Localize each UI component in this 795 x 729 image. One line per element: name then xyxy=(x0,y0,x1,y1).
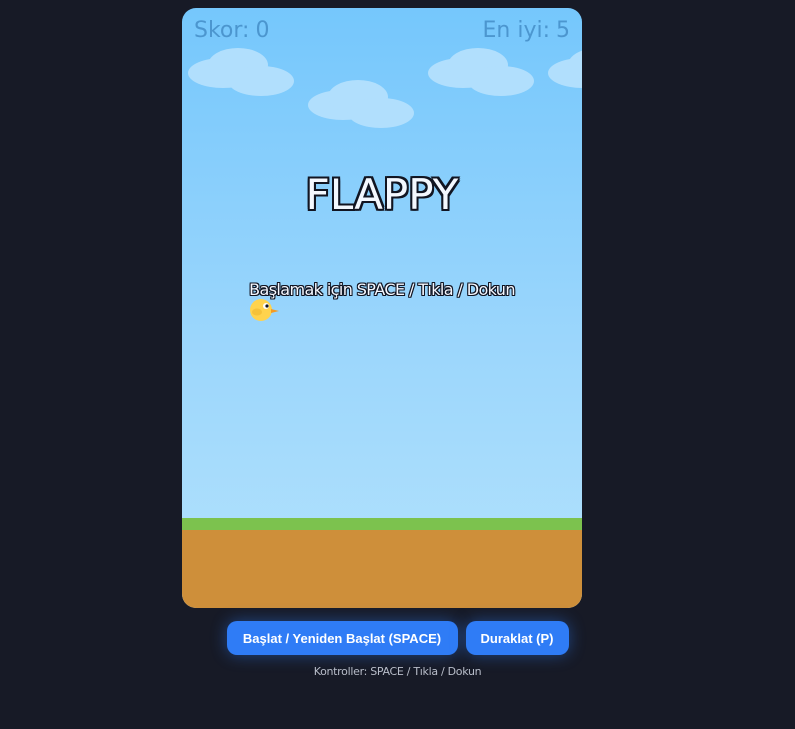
controls-bar: Başlat / Yeniden Başlat (SPACE) Duraklat… xyxy=(0,621,795,655)
score-label: Skor: xyxy=(194,18,250,43)
start-prompt: Başlamak için SPACE / Tıkla / Dokun xyxy=(249,280,515,299)
start-restart-button[interactable]: Başlat / Yeniden Başlat (SPACE) xyxy=(226,621,458,655)
best-score-label: En iyi: xyxy=(482,18,551,43)
ground xyxy=(182,530,582,608)
cloud xyxy=(548,48,582,98)
best-score-display: En iyi: 5 xyxy=(483,18,571,43)
bird-icon xyxy=(250,299,279,321)
score-value: 0 xyxy=(255,18,270,43)
controls-hint: Kontroller: SPACE / Tıkla / Dokun xyxy=(313,665,482,678)
grass-strip xyxy=(182,518,582,530)
game-title: FLAPPY xyxy=(305,170,459,219)
pause-button[interactable]: Duraklat (P) xyxy=(465,621,569,655)
game-canvas[interactable]: Skor: 0 En iyi: 5 FLAPPY Başlamak için SPA… xyxy=(182,8,582,608)
best-score-value: 5 xyxy=(556,18,570,43)
score-display: Skor: 0 xyxy=(194,18,269,43)
cloud xyxy=(188,48,298,98)
cloud xyxy=(428,48,538,98)
page: Skor: 0 En iyi: 5 FLAPPY Başlamak için SPA… xyxy=(0,0,795,729)
cloud xyxy=(308,80,418,130)
